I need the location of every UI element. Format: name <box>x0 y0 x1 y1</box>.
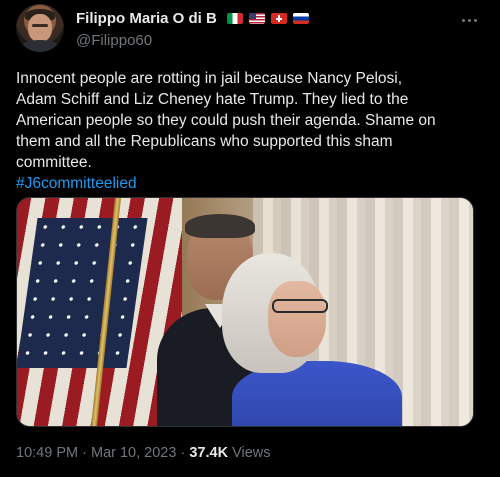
tweet-header: Filippo Maria O di B @Filippo60 <box>76 10 484 50</box>
display-name[interactable]: Filippo Maria O di B <box>76 10 217 27</box>
tweet-text: Innocent people are rotting in jail beca… <box>16 68 486 194</box>
tweet-meta: 10:49 PM · Mar 10, 2023 · 37.4K Views <box>16 445 271 461</box>
avatar[interactable] <box>16 4 64 52</box>
tweet-text-line: Adam Schiff and Liz Cheney hate Trump. T… <box>16 91 409 108</box>
us-flag-icon <box>249 13 266 25</box>
tweet-text-line: committee. <box>16 154 92 171</box>
tweet-card: Filippo Maria O di B @Filippo60 Innocent… <box>0 0 500 477</box>
meta-separator: · <box>82 445 87 461</box>
user-handle[interactable]: @Filippo60 <box>76 32 484 49</box>
tweet-date[interactable]: Mar 10, 2023 <box>91 445 176 461</box>
views-label: Views <box>232 445 271 461</box>
italy-flag-icon <box>227 13 244 25</box>
tweet-text-line: them and all the Republicans who support… <box>16 133 393 150</box>
tweet-text-line: Innocent people are rotting in jail beca… <box>16 70 403 87</box>
woman-figure <box>222 253 402 426</box>
views-count: 37.4K <box>189 445 229 461</box>
tweet-text-line: American people so they could push their… <box>16 112 436 129</box>
more-options-icon[interactable] <box>460 12 478 28</box>
tweet-time[interactable]: 10:49 PM <box>16 445 78 461</box>
hashtag-link[interactable]: #J6committeelied <box>16 173 486 194</box>
meta-separator: · <box>180 445 186 461</box>
tweet-photo[interactable] <box>16 197 474 427</box>
glasses-icon <box>272 299 328 313</box>
russia-flag-icon <box>293 13 310 25</box>
switzerland-flag-icon <box>271 13 288 25</box>
flags <box>227 13 310 25</box>
